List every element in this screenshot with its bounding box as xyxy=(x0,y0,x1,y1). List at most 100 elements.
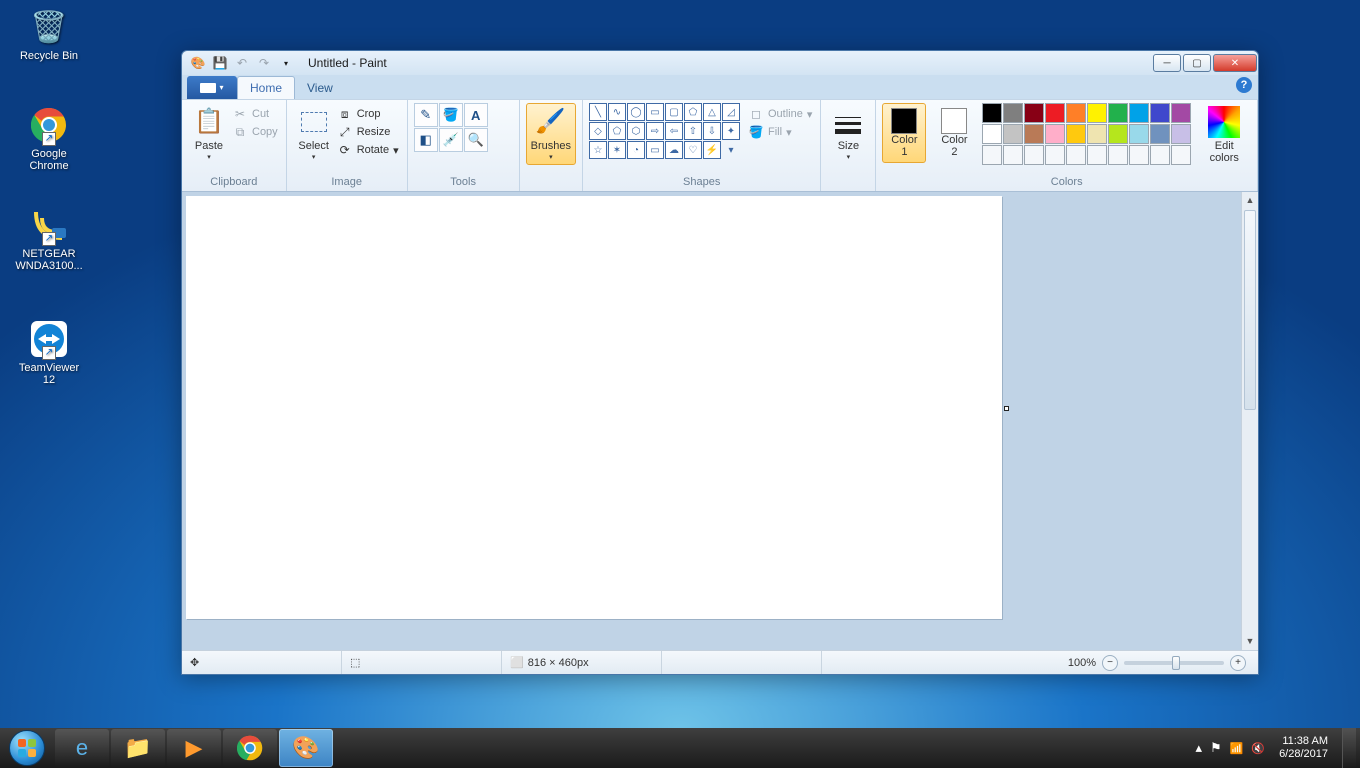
shape-rect[interactable]: ▭ xyxy=(646,103,664,121)
rotate-button[interactable]: ⟳Rotate ▾ xyxy=(335,141,401,159)
shape-arrow-left[interactable]: ⇦ xyxy=(665,122,683,140)
edit-colors-button[interactable]: Edit colors xyxy=(1197,103,1251,165)
color-swatch[interactable] xyxy=(1066,103,1086,123)
color-swatch[interactable] xyxy=(1045,103,1065,123)
resize-handle-right[interactable] xyxy=(1004,406,1009,411)
shapes-more[interactable]: ▾ xyxy=(722,141,740,159)
shape-pentagon[interactable]: ⬠ xyxy=(608,122,626,140)
redo-icon[interactable]: ↷ xyxy=(254,53,274,73)
shape-4star[interactable]: ✦ xyxy=(722,122,740,140)
resize-button[interactable]: ⤢Resize xyxy=(335,123,401,141)
color-swatch[interactable] xyxy=(1171,145,1191,165)
fill-tool[interactable]: 🪣 xyxy=(439,103,463,127)
shape-lightning[interactable]: ⚡ xyxy=(703,141,721,159)
paint-app-icon[interactable]: 🎨 xyxy=(188,53,208,73)
qat-customize-icon[interactable]: ▾ xyxy=(276,53,296,73)
color-swatch[interactable] xyxy=(1087,103,1107,123)
shape-diamond[interactable]: ◇ xyxy=(589,122,607,140)
eraser-tool[interactable]: ◧ xyxy=(414,128,438,152)
scroll-down-icon[interactable]: ▼ xyxy=(1242,633,1258,650)
taskbar-ie[interactable]: e xyxy=(55,729,109,767)
color-swatch[interactable] xyxy=(1045,124,1065,144)
minimize-button[interactable]: ─ xyxy=(1153,54,1181,72)
color-swatch[interactable] xyxy=(1024,124,1044,144)
cut-button[interactable]: ✂Cut xyxy=(230,105,280,123)
taskbar-chrome[interactable] xyxy=(223,729,277,767)
shape-triangle[interactable]: △ xyxy=(703,103,721,121)
shape-callout-rect[interactable]: ▭ xyxy=(646,141,664,159)
color-swatch[interactable] xyxy=(982,124,1002,144)
color-swatch[interactable] xyxy=(1066,124,1086,144)
shape-arrow-right[interactable]: ⇨ xyxy=(646,122,664,140)
desktop-icon-teamviewer[interactable]: ↗ TeamViewer 12 xyxy=(12,318,86,386)
shape-arrow-down[interactable]: ⇩ xyxy=(703,122,721,140)
text-tool[interactable]: A xyxy=(464,103,488,127)
desktop-icon-chrome[interactable]: ↗ Google Chrome xyxy=(12,104,86,172)
outline-button[interactable]: ◻Outline ▾ xyxy=(746,105,814,123)
zoom-thumb[interactable] xyxy=(1172,656,1180,670)
select-button[interactable]: Select xyxy=(293,103,335,165)
color-swatch[interactable] xyxy=(1150,103,1170,123)
desktop-icon-recycle-bin[interactable]: 🗑️ Recycle Bin xyxy=(12,6,86,62)
help-icon[interactable]: ? xyxy=(1236,77,1252,93)
shape-callout-cloud[interactable]: ☁ xyxy=(665,141,683,159)
tray-expand-icon[interactable]: ▴ xyxy=(1195,740,1202,756)
start-button[interactable] xyxy=(0,728,54,768)
shape-6star[interactable]: ✶ xyxy=(608,141,626,159)
color-swatch[interactable] xyxy=(1150,124,1170,144)
shape-hexagon[interactable]: ⬡ xyxy=(627,122,645,140)
vertical-scrollbar[interactable]: ▲ ▼ xyxy=(1241,192,1258,650)
color-swatch[interactable] xyxy=(1108,145,1128,165)
color1-button[interactable]: Color 1 xyxy=(882,103,926,163)
color-swatch[interactable] xyxy=(1003,103,1023,123)
shape-line[interactable]: ╲ xyxy=(589,103,607,121)
zoom-out-button[interactable]: − xyxy=(1102,655,1118,671)
color-swatch[interactable] xyxy=(1129,124,1149,144)
shape-callout-round[interactable]: ◔ xyxy=(627,141,645,159)
shape-heart[interactable]: ♡ xyxy=(684,141,702,159)
color-swatch[interactable] xyxy=(1150,145,1170,165)
size-button[interactable]: Size xyxy=(827,103,869,165)
show-desktop-button[interactable] xyxy=(1342,728,1356,768)
taskbar-paint[interactable]: 🎨 xyxy=(279,729,333,767)
zoom-slider[interactable] xyxy=(1124,661,1224,665)
shape-5star[interactable]: ☆ xyxy=(589,141,607,159)
color-swatch[interactable] xyxy=(1171,103,1191,123)
color-swatch[interactable] xyxy=(1108,124,1128,144)
pencil-tool[interactable]: ✎ xyxy=(414,103,438,127)
crop-button[interactable]: ⧈Crop xyxy=(335,105,401,123)
paste-button[interactable]: 📋 Paste xyxy=(188,103,230,165)
copy-button[interactable]: ⧉Copy xyxy=(230,123,280,141)
maximize-button[interactable]: ▢ xyxy=(1183,54,1211,72)
tab-view[interactable]: View xyxy=(295,76,345,99)
shape-arrow-up[interactable]: ⇧ xyxy=(684,122,702,140)
color-swatch[interactable] xyxy=(1045,145,1065,165)
action-center-icon[interactable]: ⚑ xyxy=(1210,740,1222,756)
color-swatch[interactable] xyxy=(1003,145,1023,165)
scroll-thumb[interactable] xyxy=(1244,210,1256,410)
color-swatch[interactable] xyxy=(1024,103,1044,123)
color2-button[interactable]: Color 2 xyxy=(932,103,976,163)
shapes-gallery[interactable]: ╲∿◯▭▢⬠△◿ ◇⬠⬡⇨⇦⇧⇩✦ ☆✶◔▭☁♡⚡▾ xyxy=(589,103,740,159)
canvas[interactable] xyxy=(186,196,1002,619)
taskbar-wmp[interactable]: ▶ xyxy=(167,729,221,767)
desktop-icon-netgear[interactable]: ↗ NETGEAR WNDA3100... xyxy=(12,204,86,272)
tab-home[interactable]: Home xyxy=(237,76,295,99)
shape-roundrect[interactable]: ▢ xyxy=(665,103,683,121)
color-swatch[interactable] xyxy=(1024,145,1044,165)
color-swatch[interactable] xyxy=(982,103,1002,123)
magnifier-tool[interactable]: 🔍 xyxy=(464,128,488,152)
shape-right-triangle[interactable]: ◿ xyxy=(722,103,740,121)
fill-button[interactable]: 🪣Fill ▾ xyxy=(746,123,814,141)
color-swatch[interactable] xyxy=(1087,145,1107,165)
save-icon[interactable]: 💾 xyxy=(210,53,230,73)
shape-curve[interactable]: ∿ xyxy=(608,103,626,121)
titlebar[interactable]: 🎨 💾 ↶ ↷ ▾ Untitled - Paint ─ ▢ ✕ xyxy=(182,51,1258,75)
color-swatch[interactable] xyxy=(1108,103,1128,123)
color-swatch[interactable] xyxy=(1087,124,1107,144)
shape-polygon[interactable]: ⬠ xyxy=(684,103,702,121)
taskbar-clock[interactable]: 11:38 AM 6/28/2017 xyxy=(1273,735,1334,761)
zoom-in-button[interactable]: + xyxy=(1230,655,1246,671)
color-swatch[interactable] xyxy=(1003,124,1023,144)
color-swatch[interactable] xyxy=(1129,145,1149,165)
